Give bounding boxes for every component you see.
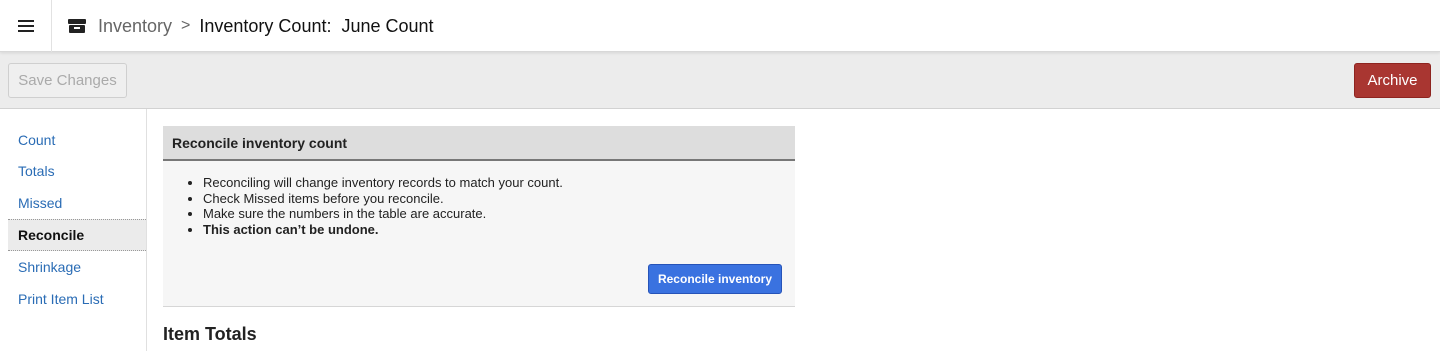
sidebar-item-shrinkage[interactable]: Shrinkage [8, 251, 146, 283]
list-item: Reconciling will change inventory record… [203, 175, 563, 191]
reconcile-inventory-button[interactable]: Reconcile inventory [648, 264, 782, 294]
inventory-box-icon [68, 19, 86, 33]
chevron-right-icon: > [181, 17, 191, 34]
toolbar: Save Changes Archive [0, 52, 1440, 109]
breadcrumb: Inventory > Inventory Count: June Count [68, 0, 434, 52]
list-item: Make sure the numbers in the table are a… [203, 206, 563, 222]
archive-button[interactable]: Archive [1354, 63, 1431, 98]
list-item: Check Missed items before you reconcile. [203, 191, 563, 207]
page-title: Inventory Count: June Count [199, 15, 434, 36]
sidebar: Count Totals Missed Reconcile Shrinkage … [0, 109, 147, 351]
menu-button[interactable] [0, 0, 52, 52]
sidebar-item-missed[interactable]: Missed [8, 187, 146, 219]
sidebar-item-count[interactable]: Count [8, 124, 146, 156]
sidebar-item-reconcile[interactable]: Reconcile [8, 219, 146, 251]
instructions-list: Reconciling will change inventory record… [203, 175, 563, 237]
sidebar-item-totals[interactable]: Totals [8, 155, 146, 187]
breadcrumb-inventory-link[interactable]: Inventory [98, 16, 172, 37]
hamburger-icon [17, 20, 34, 32]
item-totals-heading: Item Totals [163, 324, 257, 344]
sidebar-item-print-item-list[interactable]: Print Item List [8, 283, 146, 315]
reconcile-panel: Reconcile inventory count Reconciling wi… [163, 126, 795, 307]
save-changes-button[interactable]: Save Changes [8, 63, 127, 98]
top-bar: Inventory > Inventory Count: June Count [0, 0, 1440, 52]
warning-list-item: This action can’t be undone. [203, 222, 563, 238]
panel-title: Reconcile inventory count [163, 126, 795, 161]
